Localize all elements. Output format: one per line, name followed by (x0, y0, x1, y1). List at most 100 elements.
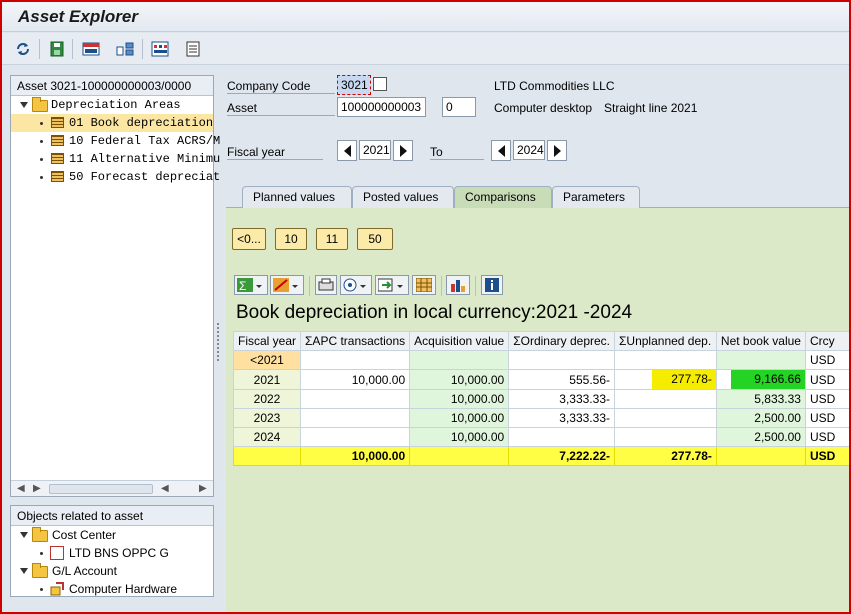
table-cell[interactable]: 2021 (232, 369, 302, 390)
tree-node-depreciation-areas[interactable]: Depreciation Areas (11, 96, 213, 114)
table-cell[interactable]: USD (804, 350, 851, 370)
table-cell[interactable]: USD (804, 446, 851, 466)
column-header[interactable]: ΣAPC transactions (300, 331, 411, 351)
layout-grid-icon[interactable] (412, 275, 436, 295)
asset-number-field[interactable]: 100000000003 (337, 97, 426, 117)
view-icon[interactable] (340, 275, 372, 295)
area-button-11[interactable]: 11 (316, 228, 348, 250)
table-cell[interactable]: 2022 (232, 389, 302, 409)
table-cell[interactable]: 10,000.00 (300, 369, 411, 390)
tab-parameters[interactable]: Parameters (552, 186, 640, 208)
fiscal-from-field[interactable]: 2021 (359, 140, 391, 160)
info-icon[interactable] (481, 275, 503, 295)
table-cell[interactable]: 2,500.00 (715, 408, 806, 428)
print-preview-icon[interactable] (315, 275, 337, 295)
expand-arrow-icon[interactable] (20, 102, 28, 108)
table-cell[interactable] (715, 446, 806, 466)
table-row[interactable]: 2022 10,000.00 3,333.33- 5,833.33 USD (232, 389, 851, 409)
table-cell[interactable] (409, 446, 510, 466)
scroll-thumb[interactable] (49, 484, 153, 494)
table-cell[interactable]: 10,000.00 (300, 446, 411, 466)
company-code-field[interactable]: 3021 (337, 75, 371, 95)
table-row[interactable]: 2021 10,000.00 10,000.00 555.56- 277.78-… (232, 369, 851, 390)
next-year-button[interactable] (393, 140, 413, 161)
expand-arrow-icon[interactable] (20, 568, 28, 574)
tree-item-11[interactable]: 11 Alternative Minimu (11, 150, 220, 168)
export-icon[interactable] (375, 275, 409, 295)
save-icon[interactable] (46, 39, 68, 59)
table-cell[interactable]: 5,833.33 (715, 389, 806, 409)
tree-node-cost-center[interactable]: Cost Center (11, 526, 213, 544)
table-cell[interactable]: 277.78- (614, 446, 717, 466)
table-cell[interactable] (300, 389, 411, 409)
column-header[interactable]: ΣOrdinary deprec. (508, 331, 615, 351)
table-cell[interactable]: USD (804, 389, 851, 409)
table-total-row[interactable]: 10,000.00 7,222.22- 277.78- USD (232, 446, 851, 466)
table-cell[interactable]: 2024 (232, 427, 302, 447)
expand-arrow-icon[interactable] (20, 532, 28, 538)
table-cell[interactable]: 277.78- (614, 369, 717, 390)
column-header[interactable]: Fiscal year (232, 331, 302, 351)
column-header[interactable]: ΣUnplanned dep. (614, 331, 717, 351)
area-button-lt0[interactable]: <0... (232, 228, 266, 250)
next-to-year-button[interactable] (547, 140, 567, 161)
table-cell[interactable]: 7,222.22- (508, 446, 615, 466)
copy-icon[interactable] (373, 77, 387, 91)
tab-planned-values[interactable]: Planned values (242, 186, 352, 208)
table-cell[interactable] (508, 427, 615, 447)
table-cell[interactable]: 555.56- (508, 369, 615, 390)
table-cell[interactable] (614, 427, 717, 447)
table-cell[interactable]: 2023 (232, 408, 302, 428)
scroll-right-icon[interactable]: ▶ (199, 483, 207, 494)
scroll-left-icon[interactable]: ◀ (161, 483, 169, 494)
print-icon[interactable] (80, 39, 102, 59)
prev-to-year-button[interactable] (491, 140, 511, 161)
tree-item-gl-account[interactable]: Computer Hardware (11, 580, 213, 598)
table-cell[interactable] (409, 350, 510, 370)
column-header[interactable]: Acquisition value (409, 331, 510, 351)
horizontal-scrollbar[interactable]: ◀ ▶ ◀ ▶ (11, 480, 213, 496)
table-cell[interactable] (614, 389, 717, 409)
table-cell[interactable] (300, 427, 411, 447)
tab-comparisons[interactable]: Comparisons (454, 186, 552, 208)
table-cell[interactable]: 3,333.33- (508, 389, 615, 409)
tree-node-gl-account[interactable]: G/L Account (11, 562, 213, 580)
prev-year-button[interactable] (337, 140, 357, 161)
table-cell[interactable] (614, 350, 717, 370)
subtotal-icon[interactable] (270, 275, 304, 295)
table-cell[interactable]: 2,500.00 (715, 427, 806, 447)
scroll-right-icon[interactable]: ▶ (33, 483, 41, 494)
table-cell[interactable] (232, 446, 302, 466)
tree-item-10[interactable]: 10 Federal Tax ACRS/M (11, 132, 220, 150)
panel-splitter[interactable] (214, 75, 222, 600)
graphic-icon[interactable] (446, 275, 470, 295)
tree-item-cost-center[interactable]: LTD BNS OPPC G (11, 544, 213, 562)
table-cell[interactable]: <2021 (232, 350, 302, 370)
tree-item-50[interactable]: 50 Forecast depreciat (11, 168, 220, 186)
area-button-50[interactable]: 50 (357, 228, 393, 250)
table-cell[interactable] (715, 350, 806, 370)
table-cell[interactable] (508, 350, 615, 370)
table-row[interactable]: <2021 USD (232, 350, 851, 370)
table-cell[interactable]: 10,000.00 (409, 389, 510, 409)
table-cell[interactable]: 10,000.00 (409, 369, 510, 390)
table-row[interactable]: 2024 10,000.00 2,500.00 USD (232, 427, 851, 447)
table-cell[interactable]: USD (804, 408, 851, 428)
tab-posted-values[interactable]: Posted values (352, 186, 454, 208)
column-header[interactable]: Crcy (804, 331, 851, 351)
sum-icon[interactable]: Σ (234, 275, 268, 295)
table-cell[interactable] (300, 408, 411, 428)
structure-icon[interactable] (114, 39, 136, 59)
table-cell[interactable]: 3,333.33- (508, 408, 615, 428)
area-button-10[interactable]: 10 (275, 228, 307, 250)
table-cell[interactable]: USD (804, 369, 851, 390)
tree-item-01[interactable]: 01 Book depreciation (11, 114, 213, 132)
table-cell[interactable]: 10,000.00 (409, 427, 510, 447)
refresh-icon[interactable] (12, 39, 34, 59)
column-header[interactable]: Net book value (715, 331, 806, 351)
table-cell[interactable] (614, 408, 717, 428)
table-cell[interactable]: USD (804, 427, 851, 447)
table-cell[interactable]: 10,000.00 (409, 408, 510, 428)
list-icon[interactable] (149, 39, 171, 59)
asset-subnumber-field[interactable]: 0 (442, 97, 476, 117)
